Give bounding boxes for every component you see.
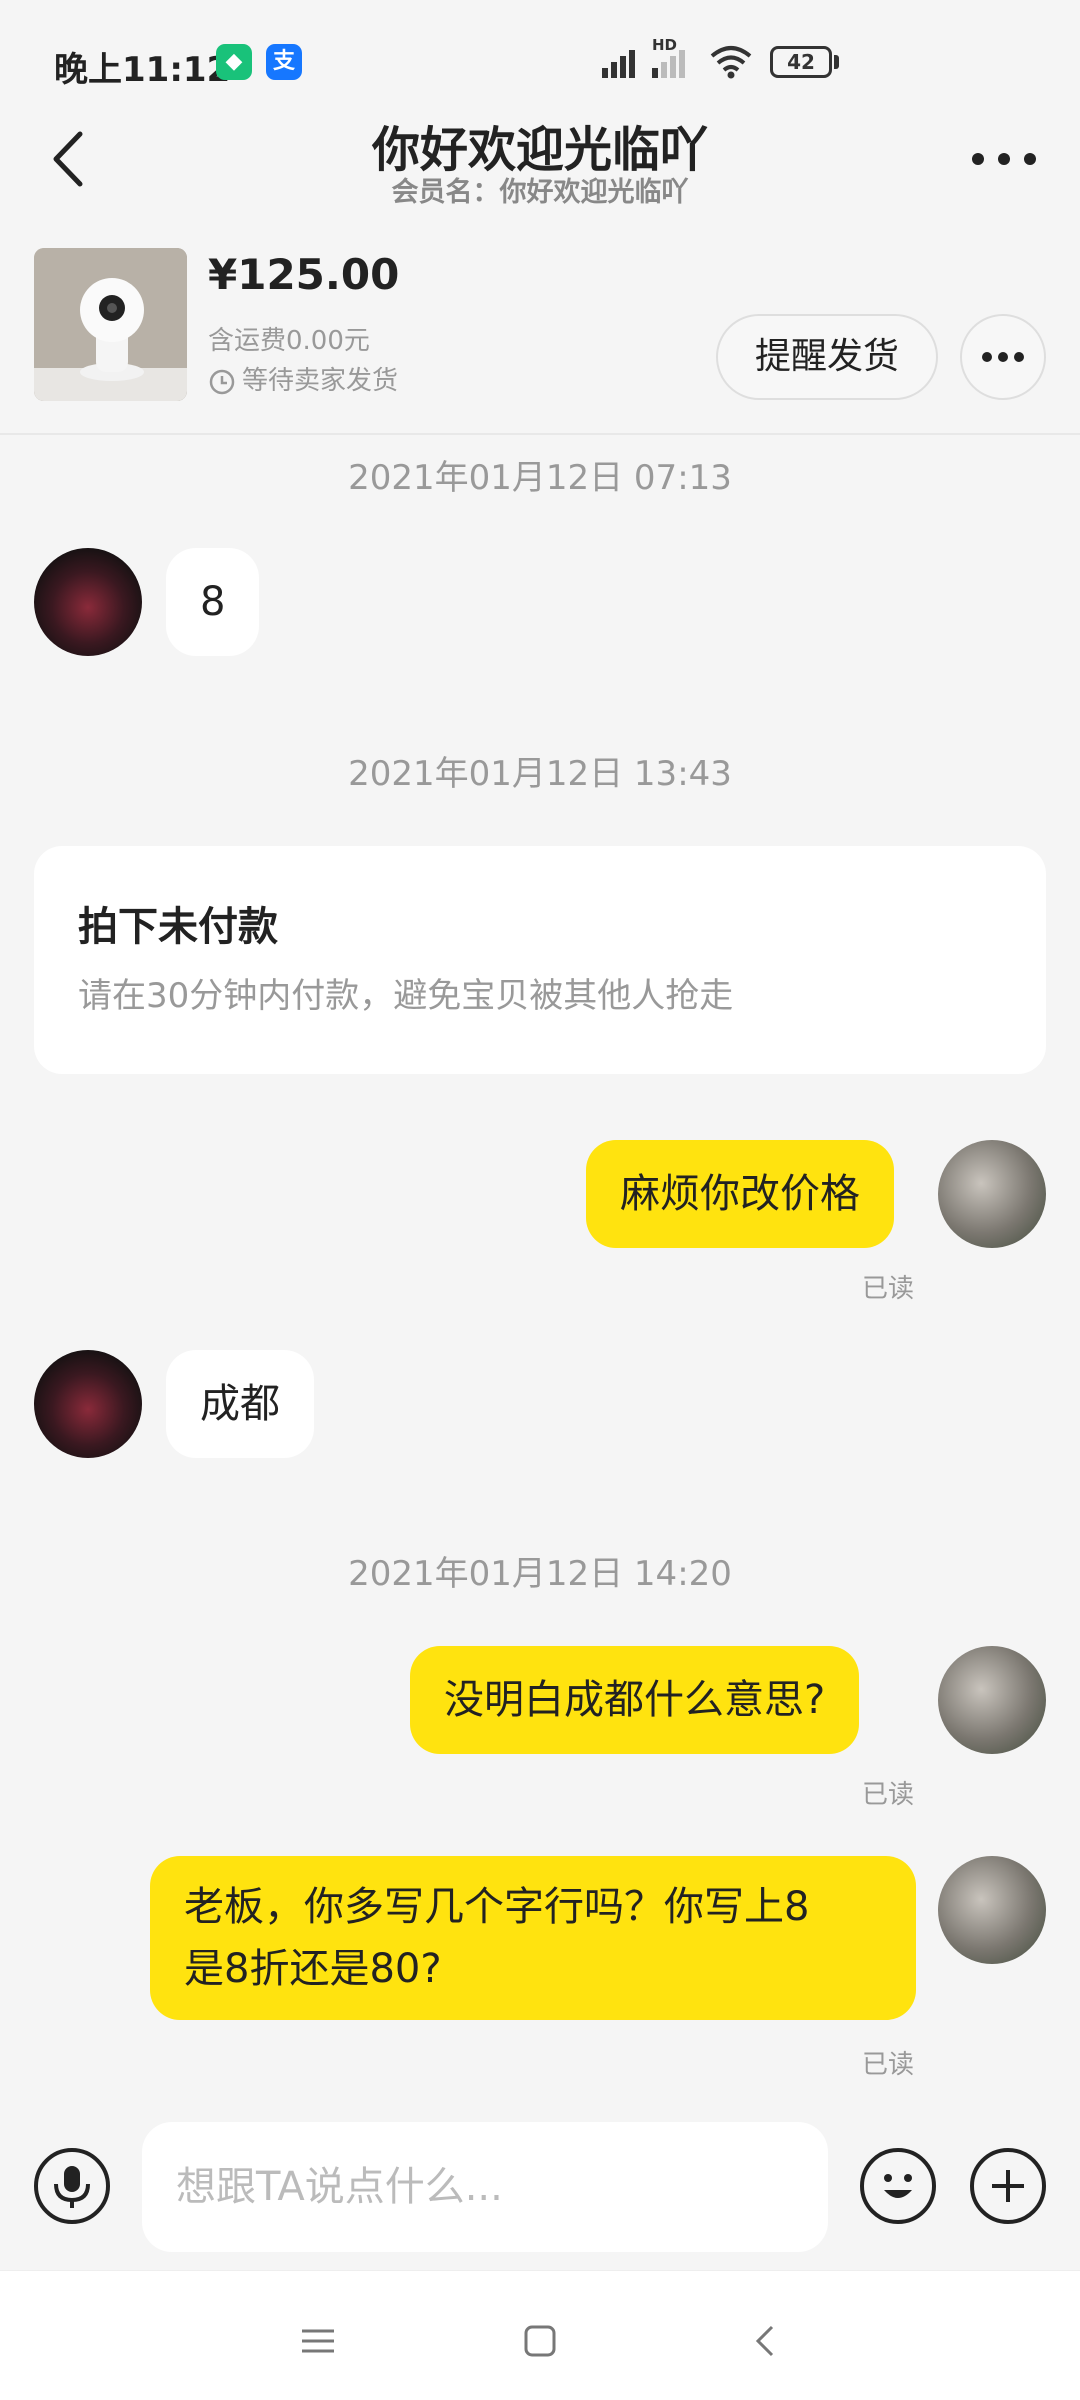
timestamp: 2021年01月12日 07:13 xyxy=(348,458,732,498)
wifi-icon xyxy=(710,46,752,79)
battery-indicator: 42 xyxy=(770,46,832,78)
product-thumbnail[interactable] xyxy=(34,248,187,401)
more-options-icon[interactable] xyxy=(964,134,1044,184)
signal-2-icon xyxy=(652,50,685,78)
chat-header: 你好欢迎光临吖 会员名：你好欢迎光临吖 xyxy=(0,110,1080,230)
plus-icon xyxy=(992,2170,1024,2202)
input-bar xyxy=(0,2100,1080,2270)
smiley-icon xyxy=(884,2174,912,2198)
more-dots-icon xyxy=(982,352,1024,362)
signal-icon xyxy=(602,50,635,78)
battery-tip xyxy=(834,55,839,69)
buyer-avatar[interactable] xyxy=(938,1646,1046,1754)
status-bar: 晚上11:12 ◆ 支 HD 42 xyxy=(0,0,1080,110)
remind-ship-button[interactable]: 提醒发货 xyxy=(716,314,938,400)
timestamp: 2021年01月12日 14:20 xyxy=(348,1554,732,1594)
message-input[interactable] xyxy=(142,2122,828,2252)
read-status: 已读 xyxy=(862,1274,915,1304)
message-bubble-outgoing[interactable]: 老板，你多写几个字行吗？你写上8 是8折还是80? xyxy=(150,1856,916,2020)
menu-icon[interactable] xyxy=(288,2311,348,2371)
message-bubble-outgoing[interactable]: 麻烦你改价格 xyxy=(586,1140,894,1248)
clock-icon xyxy=(209,369,235,394)
shield-app-icon: ◆ xyxy=(216,44,252,80)
shipping-fee: 含运费0.00元 xyxy=(208,326,370,356)
buyer-avatar[interactable] xyxy=(938,1856,1046,1964)
seller-avatar[interactable] xyxy=(34,1350,142,1458)
order-status: 等待卖家发货 xyxy=(208,360,398,397)
message-bubble-outgoing[interactable]: 没明白成都什么意思? xyxy=(410,1646,860,1754)
alipay-icon: 支 xyxy=(266,44,302,80)
order-card[interactable]: ¥125.00 含运费0.00元 等待卖家发货 提醒发货 xyxy=(0,230,1080,435)
home-icon[interactable] xyxy=(510,2311,570,2371)
message-bubble-incoming[interactable]: 8 xyxy=(166,548,260,656)
more-actions-button[interactable] xyxy=(970,2148,1046,2224)
camera-product-image xyxy=(34,248,187,401)
emoji-button[interactable] xyxy=(860,2148,936,2224)
message-line: 老板，你多写几个字行吗？你写上8 xyxy=(184,1884,810,1930)
message-line: 是8折还是80? xyxy=(184,1946,442,1992)
notice-title: 拍下未付款 xyxy=(78,904,278,950)
read-status: 已读 xyxy=(862,2050,915,2080)
buyer-avatar[interactable] xyxy=(938,1140,1046,1248)
microphone-icon xyxy=(54,2166,90,2208)
message-bubble-incoming[interactable]: 成都 xyxy=(166,1350,314,1458)
voice-button[interactable] xyxy=(34,2148,110,2224)
system-nav-bar xyxy=(0,2270,1080,2400)
nav-back-icon[interactable] xyxy=(736,2311,796,2371)
seller-avatar[interactable] xyxy=(34,548,142,656)
member-name: 会员名：你好欢迎光临吖 xyxy=(391,177,689,208)
status-time: 晚上11:12 xyxy=(54,50,231,90)
order-more-button[interactable] xyxy=(960,314,1046,400)
order-status-text: 等待卖家发货 xyxy=(242,366,399,396)
read-status: 已读 xyxy=(862,1780,915,1810)
timestamp: 2021年01月12日 13:43 xyxy=(348,754,732,794)
unpaid-notice-card[interactable]: 拍下未付款 请在30分钟内付款，避免宝贝被其他人抢走 xyxy=(34,846,1046,1074)
notice-text: 请在30分钟内付款，避免宝贝被其他人抢走 xyxy=(78,976,734,1016)
order-price: ¥125.00 xyxy=(208,250,400,299)
